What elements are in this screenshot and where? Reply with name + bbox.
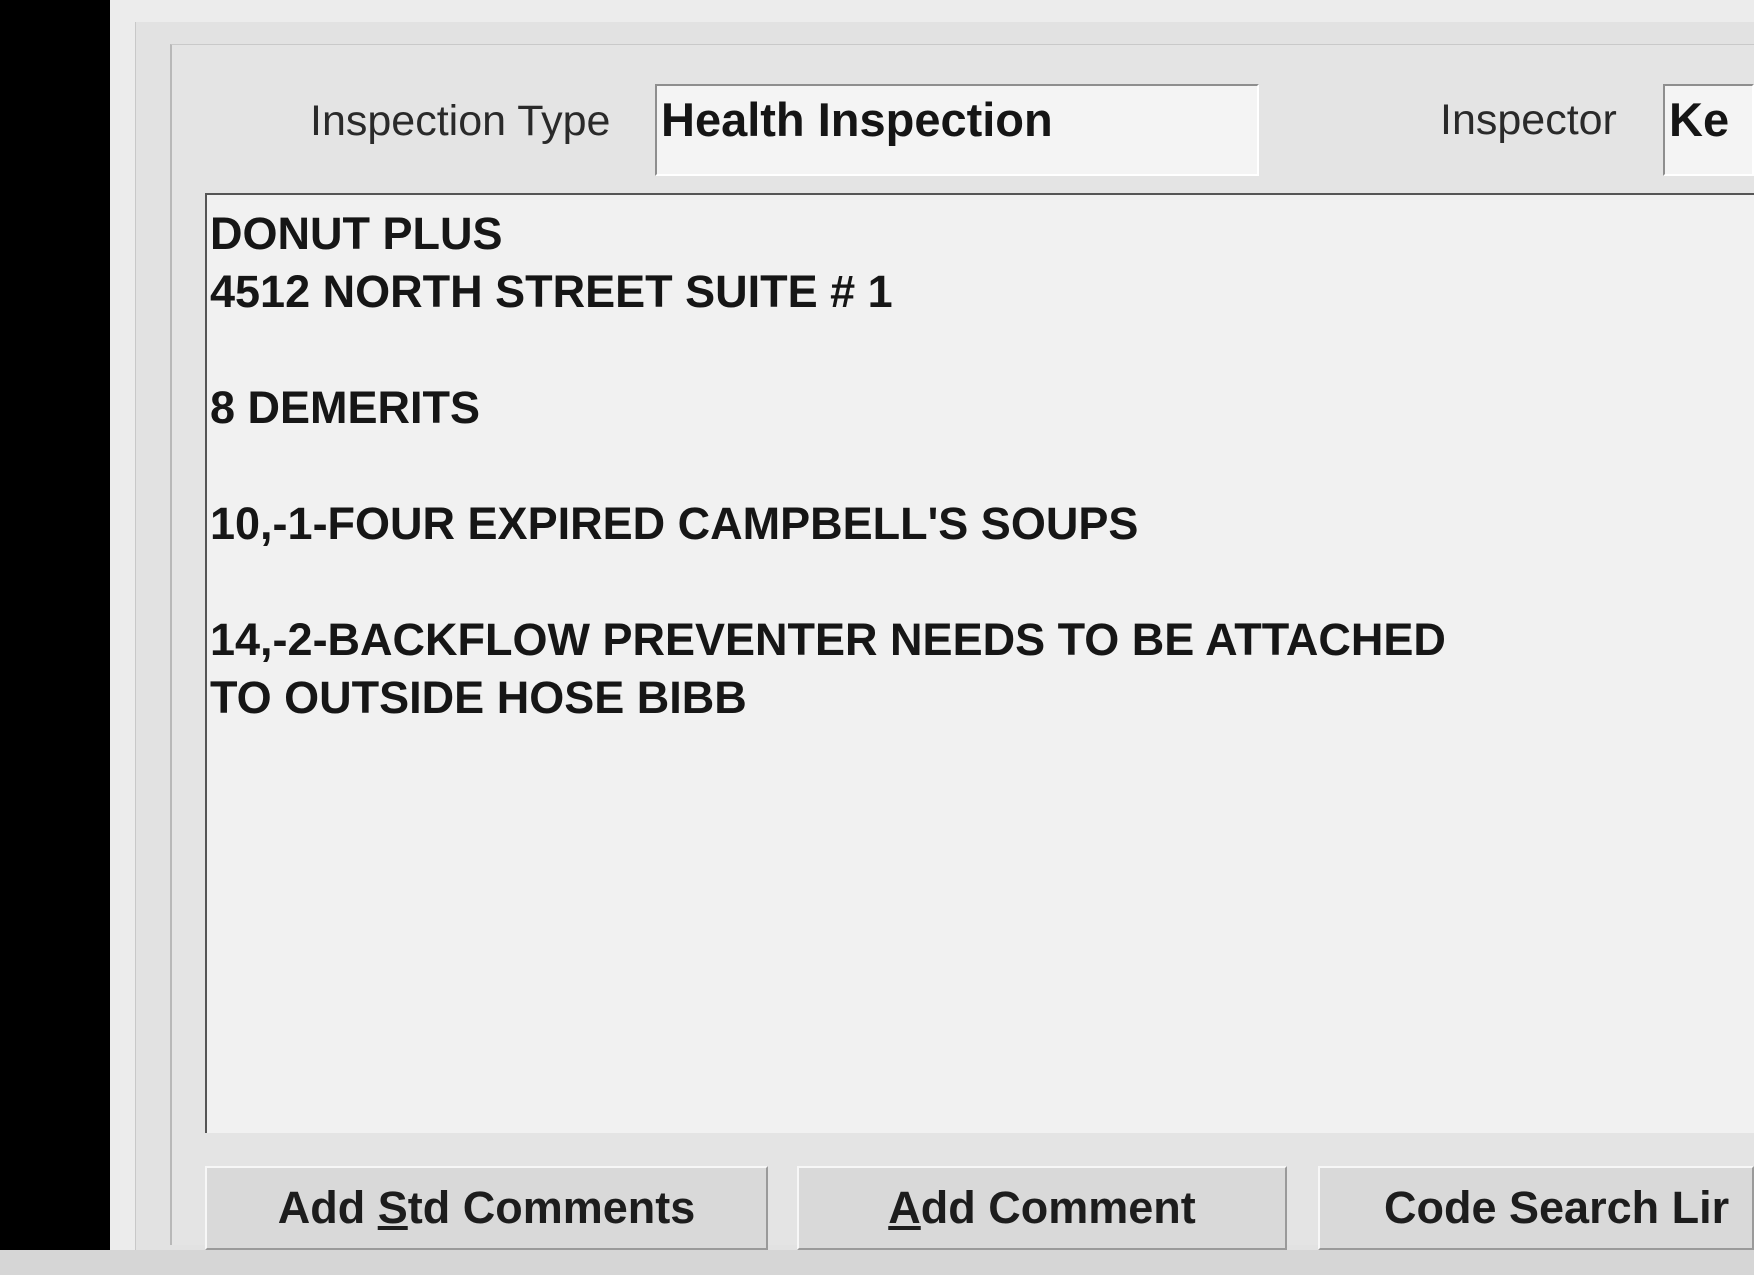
scan-bottom-edge [0, 1250, 1754, 1275]
mnemonic-a: A [888, 1182, 921, 1233]
add-std-comments-label: Add Std Comments [277, 1182, 696, 1233]
mnemonic-s: S [377, 1182, 408, 1233]
inspection-type-label: Inspection Type [310, 97, 611, 145]
inspection-type-field[interactable]: Health Inspection [655, 84, 1259, 176]
comments-text: DONUT PLUS 4512 NORTH STREET SUITE # 1 8… [210, 208, 1446, 723]
code-search-label: Code Search Lir [1384, 1182, 1730, 1233]
add-comment-label: Add Comment [888, 1182, 1196, 1233]
add-comment-button[interactable]: Add Comment [797, 1166, 1287, 1250]
inspector-field[interactable]: Ke [1663, 84, 1754, 176]
inspector-label: Inspector [1440, 96, 1617, 144]
comments-textarea[interactable]: DONUT PLUS 4512 NORTH STREET SUITE # 1 8… [205, 193, 1754, 1133]
add-std-comments-button[interactable]: Add Std Comments [205, 1166, 768, 1250]
code-search-button[interactable]: Code Search Lir [1318, 1166, 1754, 1250]
